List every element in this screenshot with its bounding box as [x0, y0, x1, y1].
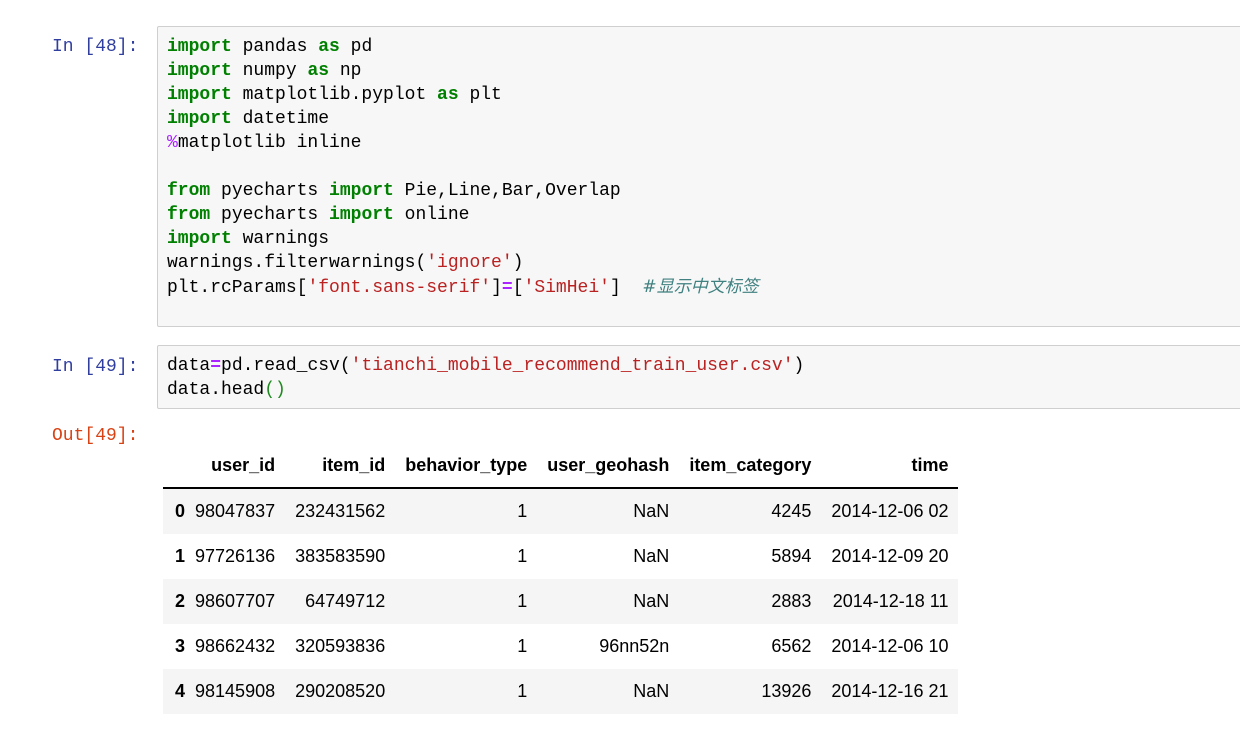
table-cell: 1 — [517, 636, 528, 656]
table-cell: 2014-12-09 20 — [831, 546, 949, 566]
row-index: 4 — [175, 681, 186, 701]
table-header-row: user_id item_id behavior_type user_geoha… — [163, 446, 959, 489]
table-cell: 2014-12-16 21 — [831, 681, 949, 701]
code-cell-input[interactable]: data=pd.read_csv('tianchi_mobile_recomme… — [157, 345, 1240, 409]
table-row: 2 98607707 64749712 1 NaN 2883 2014-12-1… — [163, 579, 959, 624]
table-cell: 2014-12-06 10 — [831, 636, 949, 656]
column-header: user_id — [185, 446, 286, 489]
column-header: item_id — [285, 446, 396, 489]
row-index: 1 — [175, 546, 186, 566]
table-cell: 2014-12-06 02 — [831, 501, 949, 521]
code-cell-input[interactable]: import pandas as pd import numpy as np i… — [157, 26, 1240, 327]
index-header — [163, 446, 186, 489]
table-cell: 2014-12-18 11 — [832, 591, 949, 611]
table-cell: 96nn52n — [599, 636, 670, 656]
table-cell: NaN — [633, 591, 670, 611]
table-cell: NaN — [633, 681, 670, 701]
output-prompt: Out[49]: — [52, 426, 139, 446]
table-cell: 1 — [517, 681, 528, 701]
table-cell: 320593836 — [295, 636, 386, 656]
table-cell: 383583590 — [295, 546, 386, 566]
table-cell: 1 — [517, 546, 528, 566]
table-cell: 98047837 — [195, 501, 276, 521]
table-cell: 232431562 — [295, 501, 386, 521]
code-editor[interactable]: import pandas as pd import numpy as np i… — [158, 27, 1240, 300]
table-row: 1 97726136 383583590 1 NaN 5894 2014-12-… — [163, 534, 959, 579]
table-cell: NaN — [633, 501, 670, 521]
column-header: item_category — [679, 446, 822, 489]
code-editor[interactable]: data=pd.read_csv('tianchi_mobile_recomme… — [158, 346, 1240, 402]
table-cell: 1 — [517, 591, 528, 611]
table-cell: 13926 — [761, 681, 812, 701]
table-cell: 98662432 — [195, 636, 276, 656]
dataframe-table: user_id item_id behavior_type user_geoha… — [163, 446, 959, 714]
row-index: 3 — [175, 636, 186, 656]
table-cell: NaN — [633, 546, 670, 566]
table-cell: 2883 — [771, 591, 812, 611]
table-cell: 5894 — [771, 546, 812, 566]
table-row: 0 98047837 232431562 1 NaN 4245 2014-12-… — [163, 488, 959, 534]
table-cell: 98607707 — [195, 591, 276, 611]
table-row: 4 98145908 290208520 1 NaN 13926 2014-12… — [163, 669, 959, 714]
table-cell: 64749712 — [305, 591, 386, 611]
row-index: 0 — [175, 501, 186, 521]
column-header: time — [821, 446, 959, 489]
table-cell: 4245 — [771, 501, 812, 521]
table-row: 3 98662432 320593836 1 96nn52n 6562 2014… — [163, 624, 959, 669]
input-prompt: In [48]: — [52, 37, 139, 57]
row-index: 2 — [175, 591, 186, 611]
table-cell: 98145908 — [195, 681, 276, 701]
column-header: behavior_type — [395, 446, 538, 489]
column-header: user_geohash — [537, 446, 680, 489]
table-cell: 1 — [517, 501, 528, 521]
table-cell: 6562 — [771, 636, 812, 656]
input-prompt: In [49]: — [52, 357, 139, 377]
table-cell: 290208520 — [295, 681, 386, 701]
table-cell: 97726136 — [195, 546, 276, 566]
